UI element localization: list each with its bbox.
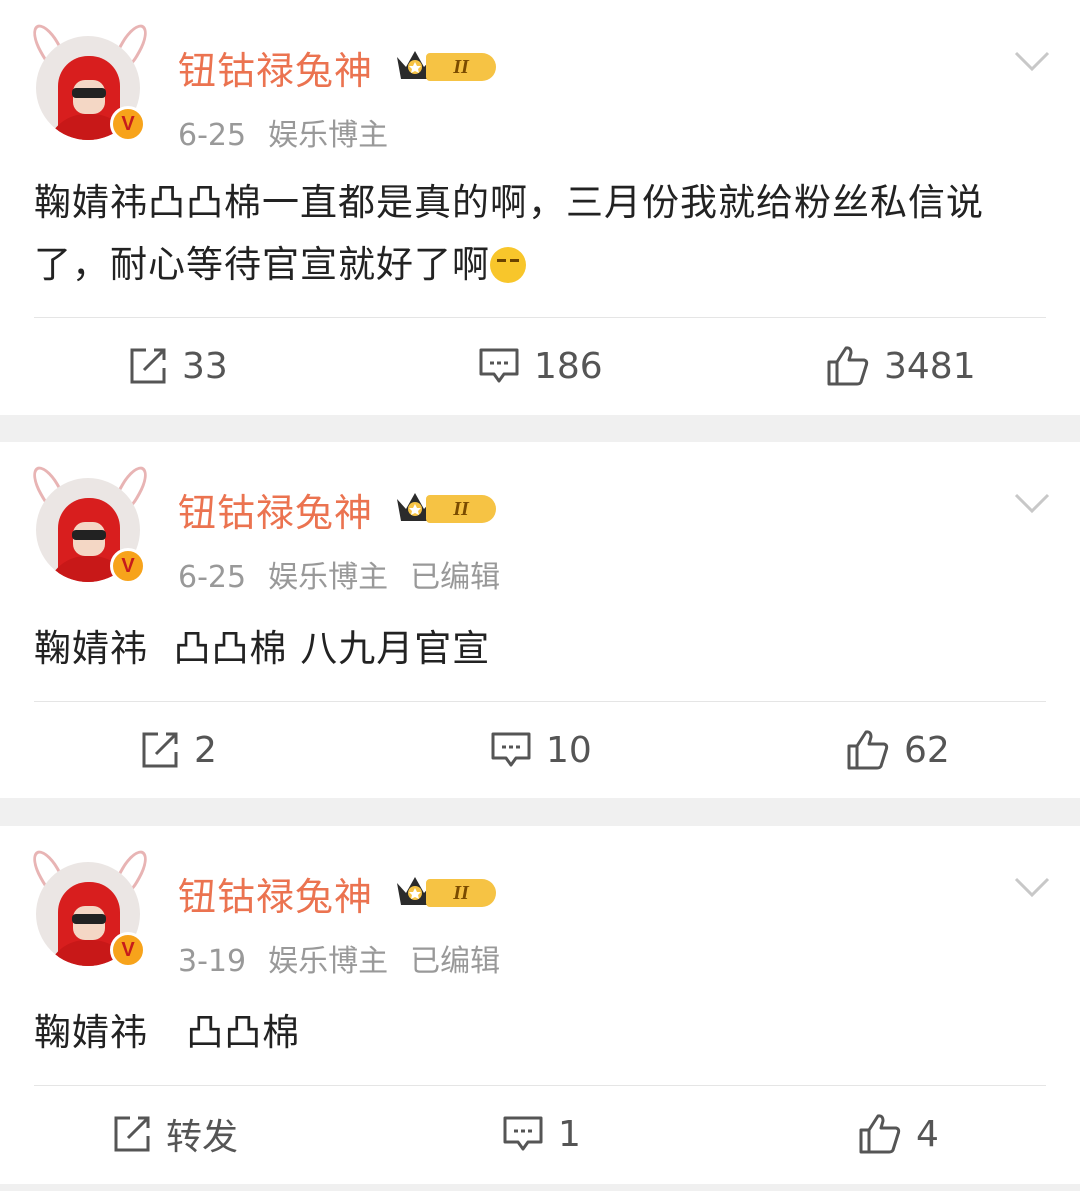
comment-button[interactable]: 10	[490, 702, 592, 798]
post-date: 6-25	[178, 118, 247, 153]
rank-badge[interactable]: II	[392, 869, 502, 913]
comment-count: 186	[534, 345, 603, 387]
like-button[interactable]: 3481	[826, 318, 976, 414]
comment-icon	[491, 732, 531, 767]
thumbs-up-icon	[859, 1114, 901, 1154]
verified-badge-icon: V	[110, 548, 146, 584]
action-bar: 转发 1 4	[0, 1086, 1080, 1182]
like-button[interactable]: 62	[846, 702, 950, 798]
repost-label: 转发	[166, 1117, 239, 1158]
repost-button[interactable]: 33	[128, 318, 228, 414]
post-meta: 6-25 娱乐博主	[178, 110, 432, 154]
rank-label: II	[426, 53, 496, 81]
repost-button[interactable]: 转发	[112, 1086, 238, 1182]
verified-badge-icon: V	[110, 106, 146, 142]
post-text: 鞠婧祎 凸凸棉 八九月官宣	[34, 618, 1044, 680]
rank-label: II	[426, 879, 496, 907]
post-card[interactable]: V 钮钴禄兔神 II 3-19 娱乐博主 已编辑 鞠婧祎 凸凸棉 转发 1 4	[0, 826, 1080, 1184]
thinking-emoji-icon	[490, 247, 526, 283]
post-date: 6-25	[178, 560, 247, 595]
rank-badge[interactable]: II	[392, 43, 502, 87]
post-card[interactable]: V 钮钴禄兔神 II 6-25 娱乐博主已编辑 鞠婧祎 凸凸棉 八九月官宣 2	[0, 442, 1080, 798]
share-icon	[114, 1116, 150, 1152]
like-count: 4	[916, 1113, 939, 1155]
post-text: 鞠婧祎凸凸棉一直都是真的啊，三月份我就给粉丝私信说了，耐心等待官宣就好了啊	[34, 172, 1044, 296]
post-card[interactable]: V 钮钴禄兔神 II 6-25 娱乐博主 鞠婧祎凸凸棉一直都是真的啊，三月份我就给…	[0, 0, 1080, 415]
chevron-down-icon[interactable]	[1014, 492, 1050, 514]
repost-button[interactable]: 2	[140, 702, 217, 798]
post-text-content: 鞠婧祎 凸凸棉	[34, 1011, 301, 1054]
comment-count: 1	[558, 1113, 581, 1155]
comment-button[interactable]: 1	[502, 1086, 581, 1182]
share-icon	[130, 348, 166, 384]
rank-badge[interactable]: II	[392, 485, 502, 529]
comment-button[interactable]: 186	[478, 318, 603, 414]
action-bar: 33 186 3481	[0, 318, 1080, 414]
avatar[interactable]: V	[26, 845, 154, 968]
username[interactable]: 钮钴禄兔神	[178, 40, 373, 95]
chevron-down-icon[interactable]	[1014, 50, 1050, 72]
user-role: 娱乐博主	[268, 944, 389, 979]
post-meta: 3-19 娱乐博主 已编辑	[178, 936, 522, 980]
repost-count: 2	[194, 729, 217, 771]
like-button[interactable]: 4	[858, 1086, 939, 1182]
avatar[interactable]: V	[26, 461, 154, 584]
comment-icon	[479, 348, 519, 383]
post-text-content: 鞠婧祎 凸凸棉 八九月官宣	[34, 627, 491, 670]
comment-icon	[503, 1116, 543, 1151]
rank-label: II	[426, 495, 496, 523]
username[interactable]: 钮钴禄兔神	[178, 866, 373, 921]
edited-label: 已编辑	[410, 944, 501, 979]
share-icon	[142, 732, 178, 768]
verified-badge-icon: V	[110, 932, 146, 968]
user-role: 娱乐博主	[268, 560, 389, 595]
thumbs-up-icon	[827, 346, 869, 386]
post-date: 3-19	[178, 944, 247, 979]
user-role: 娱乐博主	[268, 118, 389, 153]
avatar[interactable]: V	[26, 19, 154, 142]
post-meta: 6-25 娱乐博主 已编辑	[178, 552, 522, 596]
edited-label: 已编辑	[410, 560, 501, 595]
like-count: 3481	[884, 345, 976, 387]
repost-count: 33	[182, 345, 228, 387]
thumbs-up-icon	[847, 730, 889, 770]
like-count: 62	[904, 729, 950, 771]
action-bar: 2 10 62	[0, 702, 1080, 798]
post-text: 鞠婧祎 凸凸棉	[34, 1002, 1044, 1064]
comment-count: 10	[546, 729, 592, 771]
chevron-down-icon[interactable]	[1014, 876, 1050, 898]
username[interactable]: 钮钴禄兔神	[178, 482, 373, 537]
